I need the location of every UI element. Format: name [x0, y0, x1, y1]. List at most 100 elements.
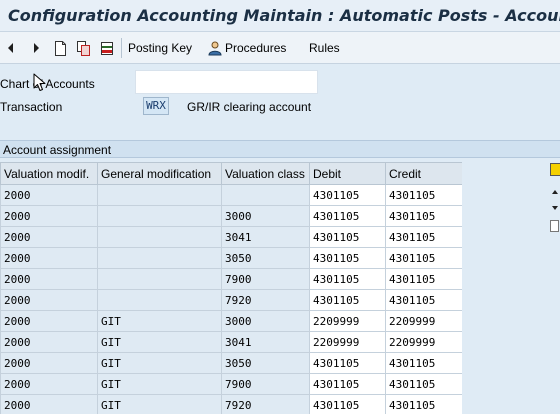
table-row[interactable]: 2000 7920 4301105 4301105 — [0, 289, 462, 311]
general-modification-cell[interactable] — [97, 226, 222, 248]
rules-button[interactable]: Rules — [309, 40, 340, 56]
table-row[interactable]: 2000 GIT 3041 2209999 2209999 — [0, 331, 462, 353]
credit-account-cell[interactable]: 4301105 — [385, 205, 462, 227]
debit-account-cell[interactable]: 4301105 — [309, 184, 386, 206]
table-row[interactable]: 2000 7900 4301105 4301105 — [0, 268, 462, 290]
procedures-button[interactable]: Procedures — [207, 40, 286, 56]
table-row[interactable]: 2000 GIT 3050 4301105 4301105 — [0, 352, 462, 374]
debit-account-cell[interactable]: 4301105 — [309, 373, 386, 395]
rules-label: Rules — [309, 41, 340, 55]
section-title: Account assignment — [3, 143, 112, 157]
valuation-class-cell[interactable]: 3000 — [221, 205, 310, 227]
valuation-class-cell[interactable]: 3050 — [221, 352, 310, 374]
column-header-credit[interactable]: Credit — [385, 162, 462, 185]
table-row[interactable]: 2000 3041 4301105 4301105 — [0, 226, 462, 248]
chart-of-accounts-field[interactable] — [135, 70, 318, 94]
credit-account-cell[interactable]: 4301105 — [385, 289, 462, 311]
credit-account-cell[interactable]: 4301105 — [385, 268, 462, 290]
previous-entry-button[interactable] — [6, 40, 16, 56]
table-side-controls — [545, 160, 560, 414]
valuation-class-cell[interactable]: 7900 — [221, 268, 310, 290]
valuation-class-cell[interactable]: 3050 — [221, 247, 310, 269]
valuation-modif-cell[interactable]: 2000 — [0, 394, 98, 414]
application-toolbar: Posting Key Procedures Rules — [0, 32, 560, 64]
valuation-modif-cell[interactable]: 2000 — [0, 247, 98, 269]
procedures-icon — [208, 41, 222, 55]
table-row[interactable]: 2000 GIT 7900 4301105 4301105 — [0, 373, 462, 395]
credit-account-cell[interactable]: 2209999 — [385, 331, 462, 353]
account-assignment-section-header: Account assignment — [0, 140, 560, 158]
scrollbar-thumb[interactable] — [550, 220, 559, 232]
transaction-label: Transaction — [0, 100, 63, 114]
credit-account-cell[interactable]: 4301105 — [385, 373, 462, 395]
table-row[interactable]: 2000 GIT 7920 4301105 4301105 — [0, 394, 462, 414]
valuation-modif-cell[interactable]: 2000 — [0, 352, 98, 374]
valuation-modif-cell[interactable]: 2000 — [0, 289, 98, 311]
debit-account-cell[interactable]: 4301105 — [309, 247, 386, 269]
debit-account-cell[interactable]: 4301105 — [309, 268, 386, 290]
general-modification-cell[interactable] — [97, 268, 222, 290]
general-modification-cell[interactable] — [97, 184, 222, 206]
valuation-class-cell[interactable] — [221, 184, 310, 206]
column-header-general-modification[interactable]: General modification — [97, 162, 222, 185]
column-header-debit[interactable]: Debit — [309, 162, 386, 185]
valuation-modif-cell[interactable]: 2000 — [0, 205, 98, 227]
valuation-modif-cell[interactable]: 2000 — [0, 184, 98, 206]
valuation-modif-cell[interactable]: 2000 — [0, 331, 98, 353]
general-modification-cell[interactable]: GIT — [97, 310, 222, 332]
debit-account-cell[interactable]: 4301105 — [309, 226, 386, 248]
window-title: Configuration Accounting Maintain : Auto… — [8, 6, 560, 25]
debit-account-cell[interactable]: 2209999 — [309, 310, 386, 332]
delete-entries-icon — [101, 41, 113, 55]
scroll-down-icon[interactable] — [550, 202, 560, 214]
arrow-left-icon — [8, 43, 13, 53]
credit-account-cell[interactable]: 4301105 — [385, 226, 462, 248]
column-header-valuation-modif[interactable]: Valuation modif. — [0, 162, 98, 185]
posting-key-button[interactable]: Posting Key — [128, 40, 192, 56]
general-modification-cell[interactable] — [97, 205, 222, 227]
debit-account-cell[interactable]: 4301105 — [309, 394, 386, 414]
credit-account-cell[interactable]: 4301105 — [385, 394, 462, 414]
general-modification-cell[interactable]: GIT — [97, 331, 222, 353]
valuation-class-cell[interactable]: 3000 — [221, 310, 310, 332]
table-row[interactable]: 2000 3000 4301105 4301105 — [0, 205, 462, 227]
credit-account-cell[interactable]: 2209999 — [385, 310, 462, 332]
account-assignment-table: Valuation modif. General modification Va… — [0, 162, 462, 414]
column-header-valuation-class[interactable]: Valuation class — [221, 162, 310, 185]
debit-account-cell[interactable]: 4301105 — [309, 205, 386, 227]
general-modification-cell[interactable]: GIT — [97, 373, 222, 395]
credit-account-cell[interactable]: 4301105 — [385, 184, 462, 206]
debit-account-cell[interactable]: 4301105 — [309, 289, 386, 311]
valuation-class-cell[interactable]: 3041 — [221, 331, 310, 353]
table-row[interactable]: 2000 4301105 4301105 — [0, 184, 462, 206]
valuation-class-cell[interactable]: 7900 — [221, 373, 310, 395]
procedures-label: Procedures — [225, 41, 287, 55]
transaction-code-field[interactable]: WRX — [143, 97, 169, 115]
header-form: Chart of Accounts Transaction WRX GR/IR … — [0, 65, 560, 140]
next-entry-button[interactable] — [31, 40, 41, 56]
scroll-up-icon[interactable] — [550, 186, 560, 198]
general-modification-cell[interactable] — [97, 289, 222, 311]
delete-button[interactable] — [100, 40, 115, 56]
general-modification-cell[interactable]: GIT — [97, 352, 222, 374]
credit-account-cell[interactable]: 4301105 — [385, 352, 462, 374]
valuation-modif-cell[interactable]: 2000 — [0, 226, 98, 248]
copy-as-button[interactable] — [76, 40, 91, 56]
debit-account-cell[interactable]: 4301105 — [309, 352, 386, 374]
copy-icon — [77, 40, 90, 56]
table-settings-icon[interactable] — [550, 163, 560, 176]
valuation-modif-cell[interactable]: 2000 — [0, 268, 98, 290]
toolbar-separator — [121, 38, 122, 58]
valuation-modif-cell[interactable]: 2000 — [0, 373, 98, 395]
debit-account-cell[interactable]: 2209999 — [309, 331, 386, 353]
general-modification-cell[interactable] — [97, 247, 222, 269]
table-row[interactable]: 2000 GIT 3000 2209999 2209999 — [0, 310, 462, 332]
credit-account-cell[interactable]: 4301105 — [385, 247, 462, 269]
valuation-modif-cell[interactable]: 2000 — [0, 310, 98, 332]
valuation-class-cell[interactable]: 7920 — [221, 394, 310, 414]
valuation-class-cell[interactable]: 3041 — [221, 226, 310, 248]
table-row[interactable]: 2000 3050 4301105 4301105 — [0, 247, 462, 269]
general-modification-cell[interactable]: GIT — [97, 394, 222, 414]
new-entries-button[interactable] — [54, 40, 67, 56]
valuation-class-cell[interactable]: 7920 — [221, 289, 310, 311]
